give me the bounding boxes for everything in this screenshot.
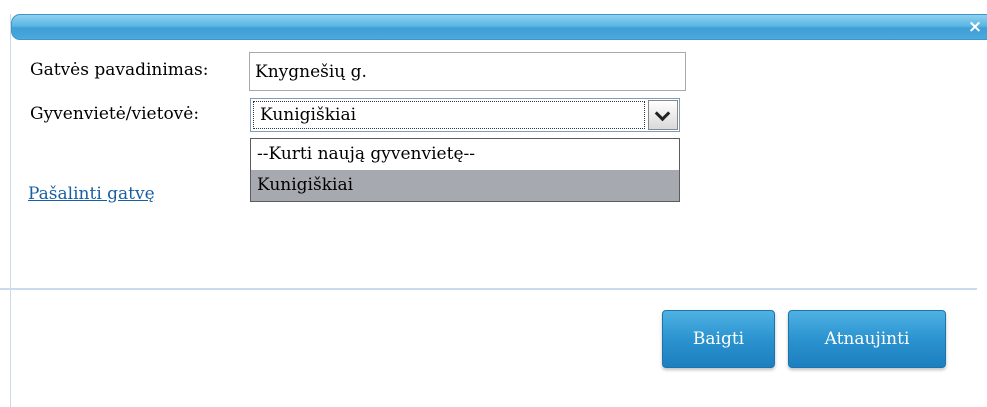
remove-street-link[interactable]: Pašalinti gatvę xyxy=(28,184,155,204)
chevron-down-icon xyxy=(654,105,671,122)
dropdown-button[interactable] xyxy=(648,100,678,130)
town-label: Gyvenvietė/vietovė: xyxy=(30,104,200,124)
finish-button[interactable]: Baigti xyxy=(662,310,775,368)
street-name-label: Gatvės pavadinimas: xyxy=(30,60,209,80)
town-dropdown-list: --Kurti naują gyvenvietę-- Kunigiškiai xyxy=(250,138,680,202)
dropdown-option-create-new[interactable]: --Kurti naują gyvenvietę-- xyxy=(251,139,679,170)
footer-divider xyxy=(0,288,977,290)
update-button[interactable]: Atnaujinti xyxy=(788,310,946,368)
dialog-titlebar[interactable]: × xyxy=(11,14,987,40)
dropdown-option-selected[interactable]: Kunigiškiai xyxy=(251,170,679,201)
town-select[interactable]: Kunigiškiai xyxy=(250,98,680,132)
street-name-input[interactable] xyxy=(249,52,686,91)
town-select-value: Kunigiškiai xyxy=(253,101,645,129)
close-icon[interactable]: × xyxy=(965,17,985,37)
